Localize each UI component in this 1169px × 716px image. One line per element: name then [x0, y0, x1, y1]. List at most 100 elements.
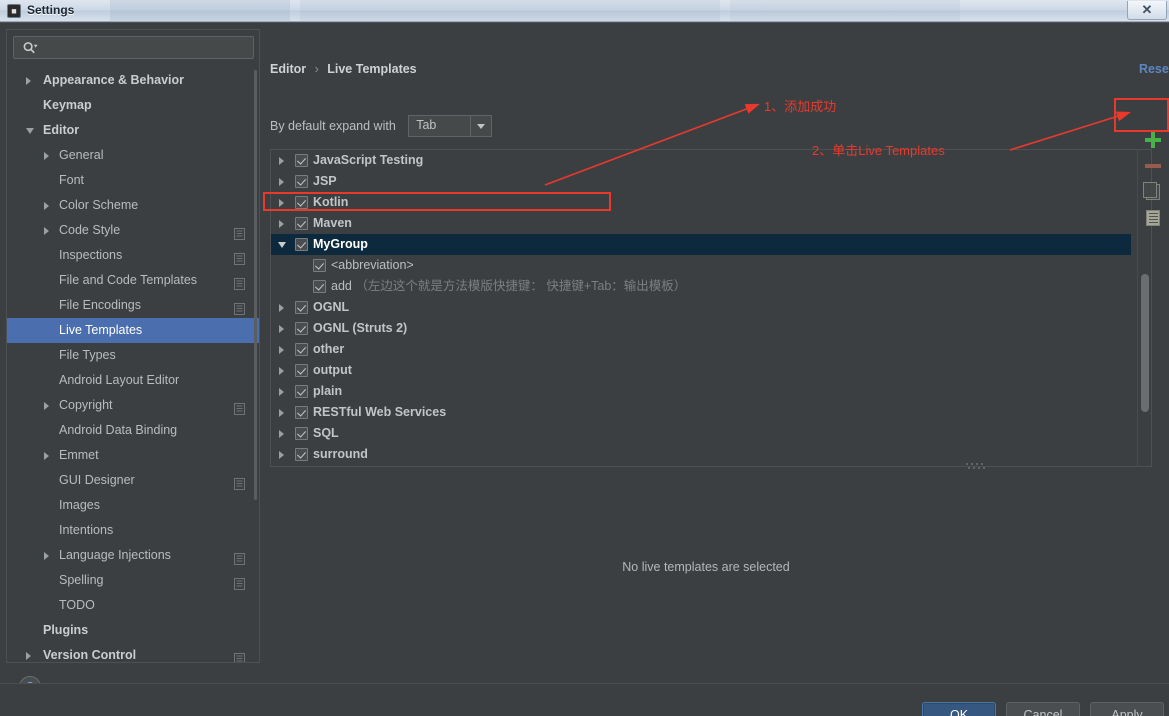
chevron-right-icon[interactable]: [44, 202, 49, 210]
template-tree-row[interactable]: RESTful Web Services: [271, 402, 1131, 423]
search-box[interactable]: [13, 36, 254, 59]
sidebar-item-inspections[interactable]: Inspections: [7, 243, 259, 268]
template-tree-row[interactable]: <abbreviation>: [271, 255, 1131, 276]
sidebar-item-spelling[interactable]: Spelling: [7, 568, 259, 593]
sidebar-item-gui-designer[interactable]: GUI Designer: [7, 468, 259, 493]
template-tree-row[interactable]: surround: [271, 444, 1131, 465]
search-input[interactable]: [42, 39, 247, 57]
sidebar-item-file-encodings[interactable]: File Encodings: [7, 293, 259, 318]
template-checkbox[interactable]: [295, 343, 308, 356]
sidebar-item-label: Code Style: [59, 223, 121, 237]
sidebar-item-editor[interactable]: Editor: [7, 118, 259, 143]
template-tree-row[interactable]: OGNL (Struts 2): [271, 318, 1131, 339]
sidebar-scrollbar[interactable]: [254, 70, 257, 500]
chevron-right-icon[interactable]: [279, 451, 284, 459]
add-template-button[interactable]: [1140, 127, 1166, 153]
template-tree-row[interactable]: OGNL: [271, 297, 1131, 318]
chevron-right-icon[interactable]: [279, 409, 284, 417]
sidebar-item-label: Android Data Binding: [59, 423, 178, 437]
template-checkbox[interactable]: [295, 322, 308, 335]
sidebar-item-images[interactable]: Images: [7, 493, 259, 518]
template-tree-row[interactable]: add （左边这个就是方法模版快捷键： 快捷键+Tab：输出模板）: [271, 276, 1131, 297]
sidebar-item-intentions[interactable]: Intentions: [7, 518, 259, 543]
sidebar-item-plugins[interactable]: Plugins: [7, 618, 259, 643]
template-tree-row[interactable]: plain: [271, 381, 1131, 402]
template-tree-row[interactable]: JavaScript Testing: [271, 150, 1131, 171]
chevron-right-icon[interactable]: [279, 346, 284, 354]
chevron-right-icon[interactable]: [279, 157, 284, 165]
sidebar-item-copyright[interactable]: Copyright: [7, 393, 259, 418]
sidebar-item-general[interactable]: General: [7, 143, 259, 168]
chevron-right-icon[interactable]: [44, 452, 49, 460]
breadcrumb-parent[interactable]: Editor: [270, 62, 306, 76]
chevron-right-icon[interactable]: [44, 552, 49, 560]
apply-mnemonic: A: [1111, 707, 1120, 716]
chevron-right-icon[interactable]: [279, 388, 284, 396]
template-checkbox[interactable]: [295, 154, 308, 167]
sidebar-item-emmet[interactable]: Emmet: [7, 443, 259, 468]
template-checkbox[interactable]: [295, 406, 308, 419]
template-checkbox[interactable]: [295, 217, 308, 230]
duplicate-template-button[interactable]: [1140, 205, 1166, 231]
chevron-right-icon[interactable]: [279, 199, 284, 207]
scope-badge-icon: [234, 299, 245, 315]
sidebar-item-android-layout-editor[interactable]: Android Layout Editor: [7, 368, 259, 393]
cancel-button[interactable]: Cancel: [1006, 702, 1080, 716]
splitter-grip[interactable]: [966, 463, 990, 471]
chevron-right-icon[interactable]: [279, 178, 284, 186]
template-checkbox[interactable]: [295, 175, 308, 188]
sidebar-item-label: Emmet: [59, 448, 99, 462]
chevron-down-icon[interactable]: [26, 128, 34, 134]
sidebar-item-label: Android Layout Editor: [59, 373, 180, 387]
template-tree-row[interactable]: Kotlin: [271, 192, 1131, 213]
template-tree-row[interactable]: SQL: [271, 423, 1131, 444]
template-checkbox[interactable]: [295, 196, 308, 209]
chevron-right-icon[interactable]: [279, 325, 284, 333]
template-tree-row[interactable]: output: [271, 360, 1131, 381]
sidebar-item-font[interactable]: Font: [7, 168, 259, 193]
chevron-down-icon[interactable]: [470, 116, 492, 136]
template-checkbox[interactable]: [295, 301, 308, 314]
sidebar-item-todo[interactable]: TODO: [7, 593, 259, 618]
copy-template-button[interactable]: [1140, 179, 1166, 205]
close-icon[interactable]: ✕: [1127, 1, 1167, 20]
sidebar-item-code-style[interactable]: Code Style: [7, 218, 259, 243]
sidebar-item-version-control[interactable]: Version Control: [7, 643, 259, 662]
chevron-right-icon[interactable]: [26, 652, 31, 660]
sidebar-item-android-data-binding[interactable]: Android Data Binding: [7, 418, 259, 443]
expand-with-select[interactable]: Tab: [408, 115, 493, 137]
chevron-right-icon[interactable]: [279, 304, 284, 312]
reset-link[interactable]: Reset: [1139, 62, 1169, 76]
template-checkbox[interactable]: [295, 385, 308, 398]
ok-button[interactable]: OK: [922, 702, 996, 716]
template-checkbox[interactable]: [295, 427, 308, 440]
template-tree-row[interactable]: Maven: [271, 213, 1131, 234]
template-tree-row[interactable]: MyGroup: [271, 234, 1131, 255]
template-label: <abbreviation>: [331, 258, 414, 272]
sidebar-item-live-templates[interactable]: Live Templates: [7, 318, 259, 343]
sidebar-item-file-and-code-templates[interactable]: File and Code Templates: [7, 268, 259, 293]
chevron-right-icon[interactable]: [26, 77, 31, 85]
sidebar-item-appearance-behavior[interactable]: Appearance & Behavior: [7, 68, 259, 93]
template-checkbox[interactable]: [295, 364, 308, 377]
template-tree-row[interactable]: other: [271, 339, 1131, 360]
sidebar-item-color-scheme[interactable]: Color Scheme: [7, 193, 259, 218]
chevron-right-icon[interactable]: [279, 367, 284, 375]
template-checkbox[interactable]: [313, 259, 326, 272]
remove-template-button[interactable]: [1140, 153, 1166, 179]
template-checkbox[interactable]: [295, 238, 308, 251]
chevron-right-icon[interactable]: [44, 152, 49, 160]
template-tree-row[interactable]: JSP: [271, 171, 1131, 192]
chevron-right-icon[interactable]: [279, 430, 284, 438]
chevron-right-icon[interactable]: [279, 220, 284, 228]
chevron-right-icon[interactable]: [44, 402, 49, 410]
sidebar-item-language-injections[interactable]: Language Injections: [7, 543, 259, 568]
template-checkbox[interactable]: [295, 448, 308, 461]
templates-scrollbar-thumb[interactable]: [1141, 274, 1149, 412]
sidebar-item-file-types[interactable]: File Types: [7, 343, 259, 368]
sidebar-item-keymap[interactable]: Keymap: [7, 93, 259, 118]
chevron-down-icon[interactable]: [278, 242, 286, 248]
apply-button[interactable]: Apply: [1090, 702, 1164, 716]
template-checkbox[interactable]: [313, 280, 326, 293]
chevron-right-icon[interactable]: [44, 227, 49, 235]
